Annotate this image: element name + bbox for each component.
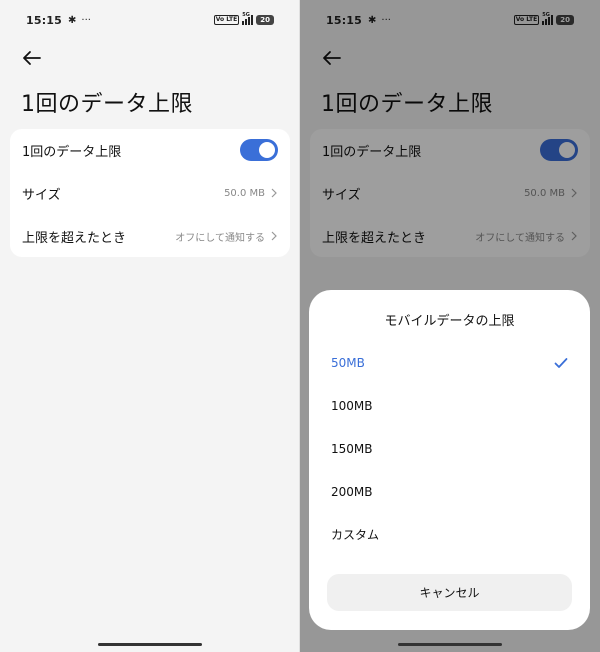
settings-screen: 15:15 ✱ ··· Vo LTE 5G 20 1回のデータ上限 1回のデータ…	[0, 0, 300, 652]
settings-screen-with-sheet: 15:15 ✱ ··· Vo LTE 5G 20 1回のデータ上限 1回のデータ…	[300, 0, 600, 652]
signal-icon: 5G	[242, 12, 254, 25]
option-label: 150MB	[331, 441, 373, 456]
exceed-row[interactable]: 上限を超えたとき オフにして通知する	[10, 215, 290, 257]
more-notifications-icon: ···	[81, 14, 91, 26]
option-150mb[interactable]: 150MB	[309, 427, 590, 470]
notification-icon: ✱	[68, 14, 77, 26]
exceed-label: 上限を超えたとき	[22, 230, 127, 246]
status-bar: 15:15 ✱ ··· Vo LTE 5G 20	[26, 12, 274, 28]
back-arrow-icon[interactable]	[20, 46, 44, 70]
checkmark-icon	[554, 357, 568, 368]
volte-icon: Vo LTE	[213, 15, 240, 25]
home-indicator[interactable]	[398, 643, 502, 646]
size-label: サイズ	[22, 187, 61, 203]
sheet-title: モバイルデータの上限	[384, 314, 515, 329]
chevron-right-icon	[271, 188, 277, 198]
page-title: 1回のデータ上限	[21, 92, 193, 117]
chevron-right-icon	[271, 231, 277, 241]
data-limit-label: 1回のデータ上限	[22, 144, 122, 160]
option-200mb[interactable]: 200MB	[309, 470, 590, 513]
battery-icon: 20	[256, 15, 274, 25]
data-limit-sheet: モバイルデータの上限 50MB 100MB 150MB 200MB カスタム キ…	[309, 290, 590, 630]
cancel-button[interactable]: キャンセル	[327, 574, 572, 611]
data-limit-row[interactable]: 1回のデータ上限	[10, 129, 290, 171]
option-label: カスタム	[331, 528, 380, 542]
status-time: 15:15	[26, 13, 63, 27]
size-value: 50.0 MB	[224, 187, 265, 199]
settings-card: 1回のデータ上限 サイズ 50.0 MB 上限を超えたとき オフにして通知する	[10, 129, 290, 257]
option-50mb[interactable]: 50MB	[309, 341, 590, 384]
data-limit-toggle[interactable]	[240, 139, 278, 161]
option-label: 200MB	[331, 484, 373, 499]
size-row[interactable]: サイズ 50.0 MB	[10, 172, 290, 214]
option-label: 100MB	[331, 398, 373, 413]
exceed-value: オフにして通知する	[175, 232, 265, 244]
option-100mb[interactable]: 100MB	[309, 384, 590, 427]
option-label: 50MB	[331, 355, 365, 370]
option-custom[interactable]: カスタム	[309, 513, 590, 556]
home-indicator[interactable]	[98, 643, 202, 646]
